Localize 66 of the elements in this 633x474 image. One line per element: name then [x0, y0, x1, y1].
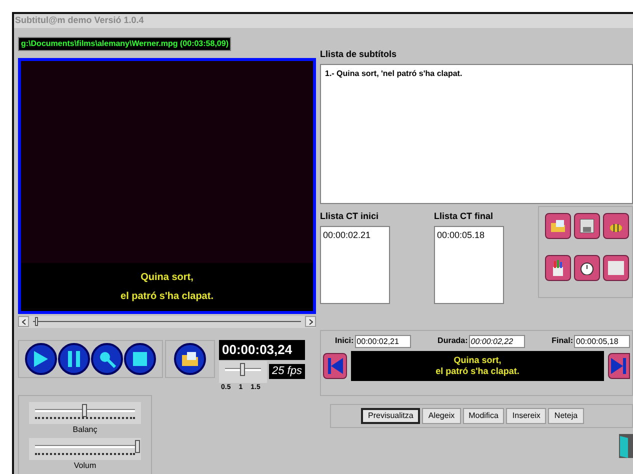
field-label: Durada:	[438, 335, 468, 347]
file-path: g:\Documents\films\alemany\Werner.mpg (00:03:58,09)	[18, 36, 232, 50]
door-icon	[619, 434, 633, 458]
play-button[interactable]	[25, 342, 57, 374]
speed-slider[interactable]	[219, 360, 267, 382]
audio-slider[interactable]	[29, 438, 141, 460]
timecode-list[interactable]: 00:00:02.21	[320, 226, 390, 304]
pencil-cup-icon	[551, 260, 565, 276]
chevron-right-icon	[308, 318, 312, 324]
chevron-left-icon	[22, 318, 26, 324]
stop-button[interactable]	[124, 342, 156, 374]
timecode-display: 00:00:03,24	[219, 340, 305, 360]
subtitle-text: el patró s'ha clapat.	[120, 290, 214, 304]
slider-thumb[interactable]	[240, 362, 245, 376]
search-icon	[98, 350, 116, 368]
pause-button[interactable]	[58, 342, 90, 374]
subtitle-text: el patró s'ha clapat.	[436, 366, 520, 376]
fps-display: 25 fps	[269, 364, 305, 379]
time-field[interactable]: 00:00:02,22	[468, 334, 525, 348]
slider-thumb[interactable]	[135, 440, 140, 453]
play-icon	[33, 350, 49, 368]
time-field[interactable]: 00:00:02,21	[354, 334, 411, 348]
open-button[interactable]	[174, 342, 206, 374]
blank-button[interactable]	[603, 255, 629, 281]
list-item[interactable]: 1.- Quina sort, 'nel patró s'ha clapat.	[325, 68, 628, 80]
stopwatch-icon	[580, 261, 594, 275]
slider-label: Balanç	[72, 424, 98, 436]
stop-icon	[133, 352, 147, 366]
skip-back-icon	[327, 356, 343, 374]
window-title: Subtitul@m demo Versió 1.0.4	[15, 14, 144, 27]
action-button[interactable]: Insereix	[506, 408, 546, 424]
subtitle-text: Quina sort,	[454, 354, 502, 366]
field-label: Inici:	[335, 335, 354, 347]
time-field[interactable]: 00:00:05,18	[574, 334, 630, 348]
pause-icon	[67, 350, 81, 366]
save-button[interactable]	[574, 213, 600, 239]
timer-button[interactable]	[574, 255, 600, 281]
list-title: Llista CT inici	[320, 210, 380, 223]
audio-slider[interactable]	[29, 402, 141, 424]
open-button[interactable]	[545, 213, 571, 239]
seek-thumb[interactable]	[34, 317, 38, 326]
subtitle-text: Quina sort,	[140, 270, 194, 284]
action-button[interactable]: Alegeix	[422, 408, 461, 424]
previous-button[interactable]	[323, 352, 347, 378]
subtitle-list[interactable]: 1.- Quina sort, 'nel patró s'ha clapat.	[320, 64, 633, 204]
blank-icon	[608, 261, 624, 275]
skip-forward-icon	[611, 356, 627, 374]
field-label: Final:	[552, 335, 573, 347]
list-title: Llista de subtítols	[320, 48, 398, 60]
action-button[interactable]: Previsualitza	[361, 408, 420, 424]
action-button[interactable]: Neteja	[548, 408, 584, 424]
list-item[interactable]: 00:00:02.21	[323, 228, 387, 242]
next-button[interactable]	[608, 352, 630, 378]
timecode-list[interactable]: 00:00:05.18	[434, 226, 504, 304]
slider-thumb[interactable]	[82, 404, 87, 417]
folder-icon	[550, 219, 566, 233]
edit-button[interactable]	[545, 255, 571, 281]
slider-label: Volum	[74, 460, 96, 472]
list-item[interactable]: 00:00:05.18	[437, 228, 501, 242]
floppy-icon	[580, 219, 594, 233]
scroll-left-button[interactable]	[18, 316, 29, 327]
action-button[interactable]: Modifica	[462, 408, 504, 424]
list-title: Llista CT final	[434, 210, 494, 223]
scroll-right-button[interactable]	[305, 316, 316, 327]
search-button[interactable]	[91, 342, 123, 374]
folder-icon	[181, 350, 199, 366]
